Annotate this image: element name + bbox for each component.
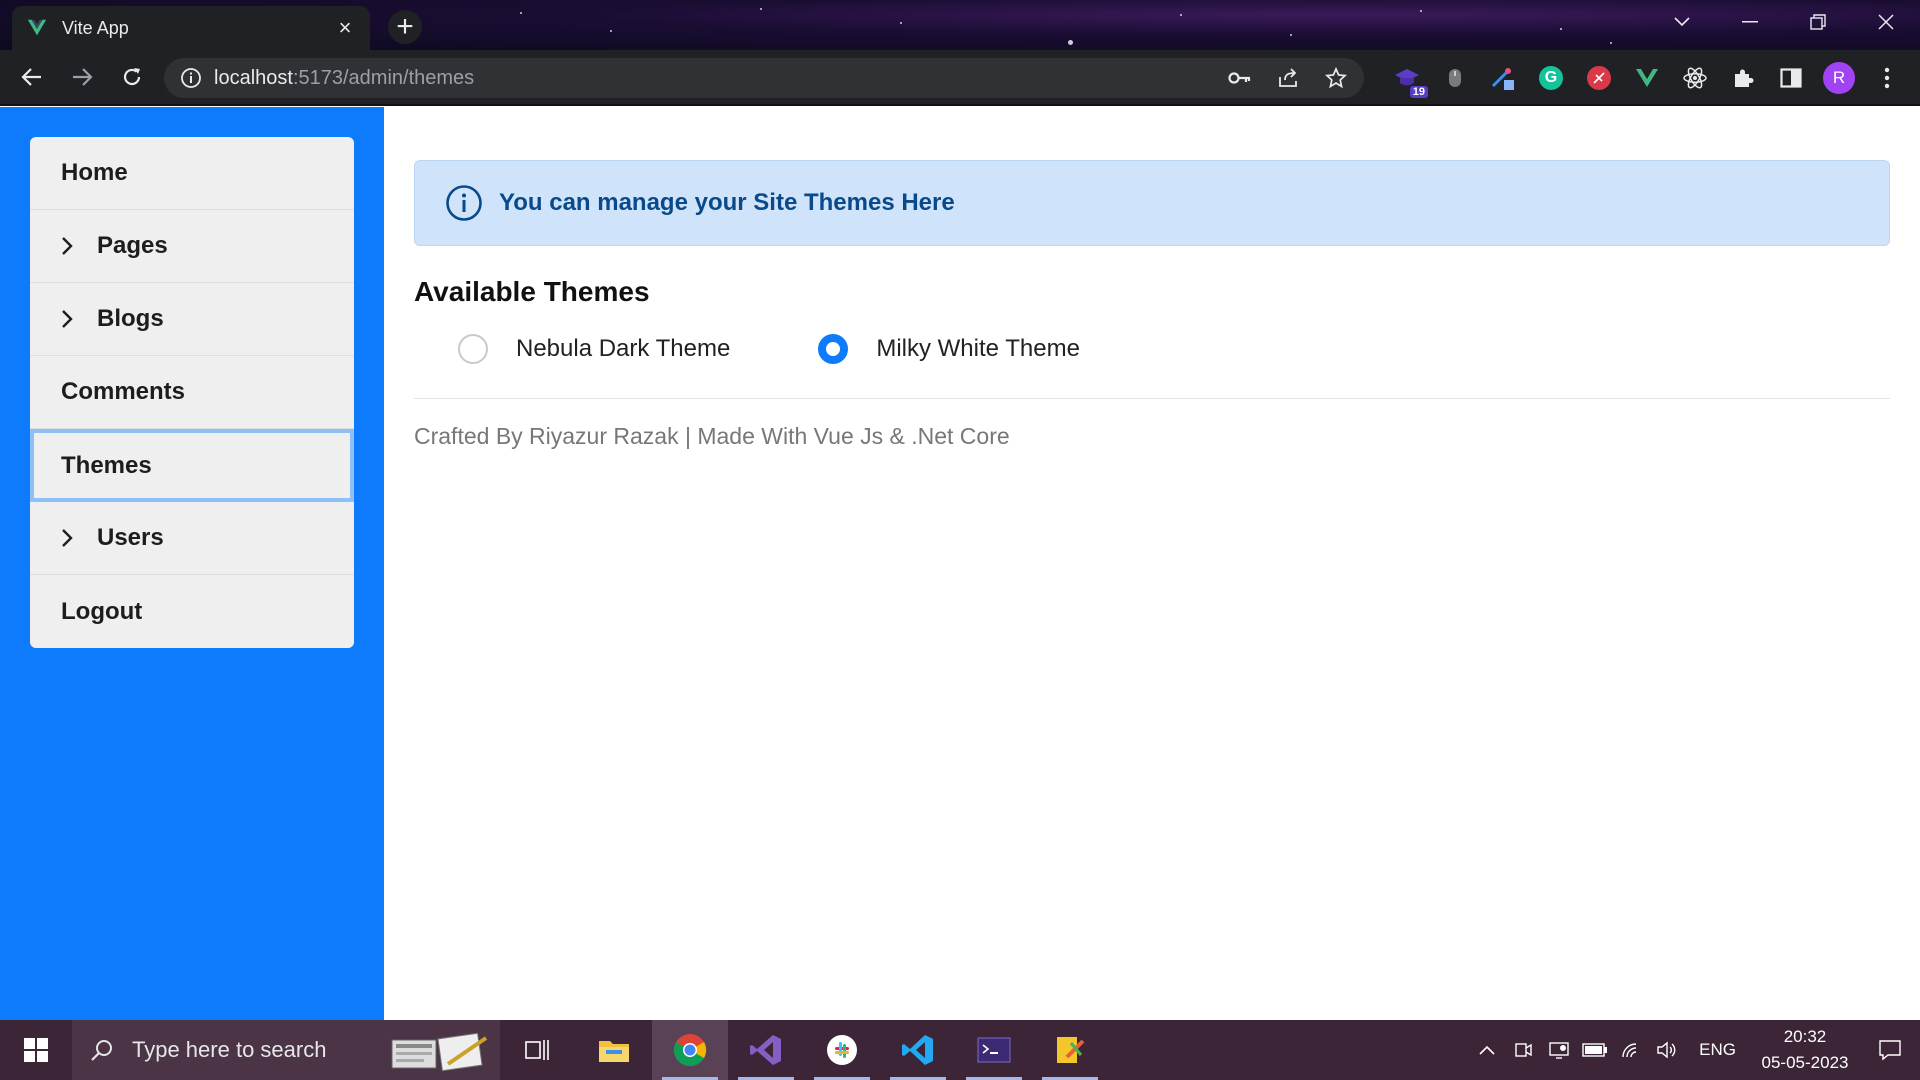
- sidebar-item-themes[interactable]: Themes: [30, 429, 354, 502]
- sidebar-item-label: Comments: [61, 378, 186, 405]
- back-arrow-icon[interactable]: [8, 53, 56, 101]
- task-view-icon[interactable]: [500, 1020, 576, 1080]
- browser-menu-icon[interactable]: [1870, 58, 1904, 98]
- extension-graduation-icon[interactable]: 19: [1390, 58, 1428, 98]
- chevron-right-icon: [61, 526, 79, 550]
- extension-red-icon[interactable]: [1582, 58, 1616, 98]
- tab-search-icon[interactable]: [1648, 0, 1716, 44]
- notification-icon[interactable]: [1860, 1020, 1920, 1080]
- restore-icon[interactable]: [1784, 0, 1852, 44]
- sidebar-item-label: Blogs: [97, 305, 164, 332]
- sidebar-item-label: Users: [97, 524, 164, 551]
- extension-badge: 19: [1409, 86, 1428, 98]
- admin-sidebar: Home Pages Blogs Comments Themes Users L…: [0, 107, 384, 1020]
- windows-taskbar: Type here to search ENG 20:32 05-05-2023: [0, 1020, 1920, 1080]
- extension-react-icon[interactable]: [1678, 58, 1712, 98]
- volume-icon[interactable]: [1649, 1020, 1685, 1080]
- alert-text: You can manage your Site Themes Here: [499, 189, 955, 216]
- divider: [414, 398, 1890, 399]
- sidebar-item-label: Home: [61, 159, 128, 186]
- info-alert: You can manage your Site Themes Here: [414, 160, 1890, 246]
- sidebar-item-comments[interactable]: Comments: [30, 356, 354, 429]
- browser-tabstrip: Vite App × +: [0, 0, 1920, 50]
- tab-title: Vite App: [62, 17, 129, 38]
- chevron-up-icon[interactable]: [1469, 1020, 1505, 1080]
- sidebar-item-label: Pages: [97, 232, 168, 259]
- info-circle-icon: [446, 185, 482, 221]
- vscode-icon[interactable]: [880, 1020, 956, 1080]
- section-title: Available Themes: [414, 276, 650, 307]
- radio-milky-white[interactable]: [818, 334, 849, 364]
- sidebar-item-pages[interactable]: Pages: [30, 210, 354, 283]
- sidebar-menu: Home Pages Blogs Comments Themes Users L…: [30, 137, 354, 648]
- chrome-taskbar-icon[interactable]: [652, 1020, 728, 1080]
- extension-grammarly-icon[interactable]: G: [1534, 58, 1568, 98]
- url-host: localhost: [214, 66, 293, 89]
- forward-arrow-icon[interactable]: [58, 53, 106, 101]
- url-path: :5173/admin/themes: [292, 66, 475, 89]
- theme-radio-group: Nebula Dark Theme Milky White Theme: [414, 324, 1890, 374]
- sidebar-item-label: Logout: [61, 597, 143, 625]
- profile-avatar[interactable]: R: [1822, 58, 1856, 98]
- password-key-icon[interactable]: [1226, 64, 1254, 92]
- battery-icon[interactable]: [1577, 1020, 1613, 1080]
- footer-credit: Crafted By Riyazur Razak | Made With Vue…: [414, 423, 1010, 449]
- share-icon[interactable]: [1274, 64, 1302, 92]
- close-window-icon[interactable]: [1852, 0, 1920, 44]
- visual-studio-icon[interactable]: [728, 1020, 804, 1080]
- new-tab-button[interactable]: +: [388, 10, 422, 44]
- theme-option-nebula-dark[interactable]: Nebula Dark Theme: [458, 334, 730, 364]
- windows-start-icon[interactable]: [0, 1020, 72, 1080]
- language-indicator[interactable]: ENG: [1699, 1040, 1736, 1060]
- clock[interactable]: 20:32 05-05-2023: [1750, 1024, 1860, 1076]
- window-controls: [1648, 0, 1920, 44]
- theme-label: Milky White Theme: [876, 335, 1080, 362]
- meet-now-icon[interactable]: [1505, 1020, 1541, 1080]
- reload-icon[interactable]: [108, 53, 156, 101]
- wifi-icon[interactable]: [1613, 1020, 1649, 1080]
- tab-close-icon[interactable]: ×: [334, 15, 356, 41]
- minimize-icon[interactable]: [1716, 0, 1784, 44]
- sidebar-item-users[interactable]: Users: [30, 502, 354, 575]
- sticky-tools-icon[interactable]: [1032, 1020, 1108, 1080]
- side-panel-icon[interactable]: [1774, 58, 1808, 98]
- extension-color-picker-icon[interactable]: [1486, 58, 1520, 98]
- clock-time: 20:32: [1783, 1027, 1827, 1046]
- profile-initial: R: [1823, 62, 1855, 94]
- search-icon: [91, 1040, 112, 1061]
- sidebar-item-blogs[interactable]: Blogs: [30, 283, 354, 356]
- vue-logo-icon: [27, 19, 47, 36]
- file-explorer-icon[interactable]: [576, 1020, 652, 1080]
- extension-mouse-icon[interactable]: [1438, 58, 1472, 98]
- extension-vue-devtools-icon[interactable]: [1630, 58, 1664, 98]
- address-bar[interactable]: localhost:5173/admin/themes: [164, 58, 1364, 98]
- slack-icon[interactable]: [804, 1020, 880, 1080]
- terminal-icon[interactable]: [956, 1020, 1032, 1080]
- clock-date: 05-05-2023: [1761, 1053, 1849, 1072]
- chevron-right-icon: [61, 307, 79, 331]
- taskbar-search-input[interactable]: Type here to search: [72, 1020, 500, 1080]
- bookmark-star-icon[interactable]: [1322, 64, 1350, 92]
- search-placeholder: Type here to search: [132, 1037, 327, 1062]
- main-content: You can manage your Site Themes Here Ava…: [414, 160, 1890, 450]
- browser-tab[interactable]: Vite App ×: [12, 6, 370, 50]
- site-info-icon[interactable]: [180, 67, 202, 89]
- sidebar-item-home[interactable]: Home: [30, 137, 354, 210]
- sidebar-item-label: Themes: [61, 451, 152, 479]
- sidebar-item-logout[interactable]: Logout: [30, 575, 354, 648]
- theme-option-milky-white[interactable]: Milky White Theme: [818, 334, 1080, 364]
- chevron-right-icon: [61, 234, 79, 258]
- system-tray: ENG 20:32 05-05-2023: [1469, 1020, 1920, 1080]
- extensions-puzzle-icon[interactable]: [1726, 58, 1760, 98]
- browser-toolbar: localhost:5173/admin/themes 19 G R: [0, 50, 1920, 106]
- theme-label: Nebula Dark Theme: [516, 335, 731, 362]
- display-icon[interactable]: [1541, 1020, 1577, 1080]
- url-text: localhost:5173/admin/themes: [214, 67, 474, 90]
- radio-nebula-dark[interactable]: [458, 334, 488, 364]
- search-highlight-icon: [391, 1032, 488, 1072]
